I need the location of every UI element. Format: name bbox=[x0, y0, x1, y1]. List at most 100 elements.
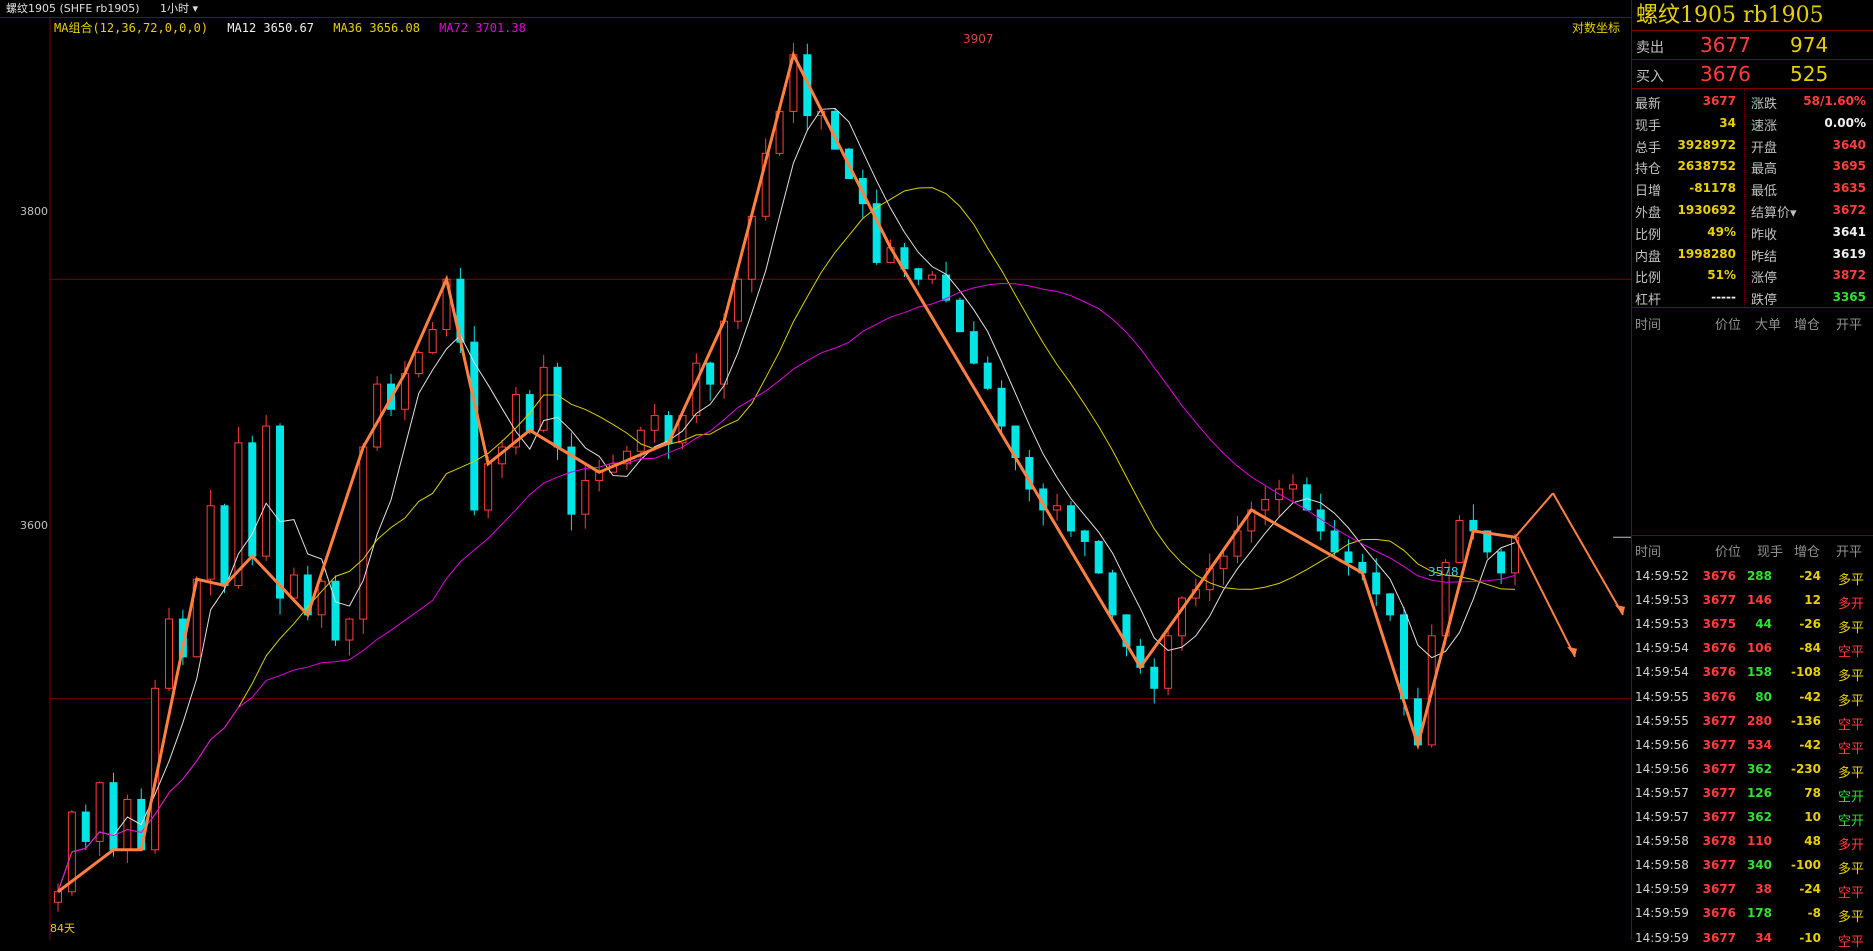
projection-line bbox=[1514, 492, 1554, 538]
tick-volume: 34 bbox=[1755, 930, 1772, 945]
tick-oi-change: -230 bbox=[1790, 761, 1821, 776]
stats-row: 内盘 1998280 昨结 3619 bbox=[1632, 244, 1873, 266]
tick-row[interactable]: 14:59:53 3677 146 12 多开 bbox=[1632, 589, 1873, 613]
tick-time: 14:59:56 bbox=[1635, 761, 1689, 776]
candle-body bbox=[955, 299, 964, 333]
tick-price: 3677 bbox=[1702, 785, 1736, 800]
tick-volume: 534 bbox=[1746, 737, 1772, 752]
big-order-header: 时间 价位 大单 增仓 开平 bbox=[1632, 312, 1873, 333]
stat-label: 日增 bbox=[1635, 184, 1662, 200]
tick-time: 14:59:58 bbox=[1635, 834, 1689, 849]
tick-volume: 106 bbox=[1746, 641, 1772, 656]
candle-body bbox=[276, 425, 285, 599]
tick-time: 14:59:57 bbox=[1635, 785, 1689, 800]
tick-row[interactable]: 14:59:54 3676 158 -108 多平 bbox=[1632, 661, 1873, 685]
tick-type: 多平 bbox=[1837, 621, 1864, 637]
tick-row[interactable]: 14:59:54 3676 106 -84 空平 bbox=[1632, 637, 1873, 661]
tick-type: 多开 bbox=[1837, 597, 1864, 613]
period-count-label: 84天 bbox=[50, 922, 75, 935]
candle-body bbox=[1053, 505, 1062, 511]
arrow-head-1 bbox=[1615, 604, 1625, 615]
y-tick-3600: 3600 bbox=[20, 519, 48, 532]
tick-time: 14:59:59 bbox=[1635, 906, 1689, 921]
tick-row[interactable]: 14:59:52 3676 288 -24 多平 bbox=[1632, 565, 1873, 589]
candle-body bbox=[1497, 551, 1506, 574]
candle-body bbox=[165, 618, 174, 689]
ma72-label: MA72 3701.38 bbox=[439, 21, 526, 35]
tick-row[interactable]: 14:59:59 3677 34 -10 空平 bbox=[1632, 927, 1873, 951]
tick-row[interactable]: 14:59:58 3678 110 48 多开 bbox=[1632, 830, 1873, 854]
tick-row[interactable]: 14:59:57 3677 126 78 空开 bbox=[1632, 782, 1873, 806]
tick-volume: 110 bbox=[1746, 834, 1772, 849]
tick-oi-change: -136 bbox=[1790, 713, 1821, 728]
ma-combo-label: MA组合(12,36,72,0,0,0) bbox=[54, 21, 209, 35]
tick-divider bbox=[1632, 535, 1873, 536]
stats-row: 现手 34 速涨 0.00% bbox=[1632, 113, 1873, 135]
stat-label: 最新 bbox=[1635, 97, 1662, 112]
candle-body bbox=[997, 387, 1006, 427]
stat-value: 3928972 bbox=[1677, 137, 1736, 152]
tick-row[interactable]: 14:59:53 3675 44 -26 多平 bbox=[1632, 613, 1873, 637]
candle-body bbox=[1094, 540, 1103, 574]
title-bar: 螺纹1905 (SHFE rb1905) 1小时 bbox=[0, 0, 1631, 18]
stat-label: 涨跌 bbox=[1751, 97, 1778, 112]
tick-volume: 158 bbox=[1746, 665, 1772, 680]
big-head-price: 价位 bbox=[1715, 318, 1742, 333]
tick-volume: 44 bbox=[1755, 617, 1772, 632]
stat-label: 持仓 bbox=[1635, 162, 1662, 178]
tick-volume: 340 bbox=[1746, 858, 1772, 873]
candle-body bbox=[1469, 519, 1478, 532]
stat-value: 0.00% bbox=[1824, 115, 1866, 130]
tick-row[interactable]: 14:59:59 3677 38 -24 空平 bbox=[1632, 878, 1873, 902]
tick-row[interactable]: 14:59:58 3677 340 -100 多平 bbox=[1632, 854, 1873, 878]
candle-body bbox=[359, 446, 368, 620]
tick-row[interactable]: 14:59:56 3677 362 -230 多平 bbox=[1632, 758, 1873, 782]
tick-row[interactable]: 14:59:55 3676 80 -42 多平 bbox=[1632, 686, 1873, 710]
candle-body bbox=[1108, 572, 1117, 616]
stat-label: 比例 bbox=[1635, 227, 1662, 243]
stat-value: 1998280 bbox=[1677, 246, 1736, 261]
candle-body bbox=[942, 274, 951, 301]
tick-volume: 126 bbox=[1746, 785, 1772, 800]
tick-price: 3676 bbox=[1702, 665, 1736, 680]
tick-volume: 280 bbox=[1746, 713, 1772, 728]
tick-head-time: 时间 bbox=[1635, 545, 1662, 560]
tick-row[interactable]: 14:59:55 3677 280 -136 空平 bbox=[1632, 710, 1873, 734]
tick-price: 3677 bbox=[1702, 737, 1736, 752]
stat-label: 最高 bbox=[1751, 162, 1778, 178]
stat-value: 34 bbox=[1719, 115, 1736, 130]
stat-label: 涨停 bbox=[1751, 271, 1778, 287]
ma12-label: MA12 3650.67 bbox=[227, 21, 314, 35]
stats-table: 最新 3677 涨跌 58/1.60% 现手 34 速涨 0.00% 总手 3928972 开盘 36… bbox=[1632, 89, 1873, 308]
candle-body bbox=[1302, 484, 1311, 511]
ma-legend: MA组合(12,36,72,0,0,0) MA12 3650.67 MA36 3… bbox=[54, 19, 538, 36]
log-scale-button[interactable]: 对数坐标 bbox=[1572, 19, 1620, 36]
candle-body bbox=[1330, 530, 1339, 553]
tick-type: 空开 bbox=[1837, 814, 1864, 829]
tick-oi-change: -42 bbox=[1799, 737, 1821, 752]
kline-chart[interactable]: MA组合(12,36,72,0,0,0) MA12 3650.67 MA36 3… bbox=[0, 17, 1631, 940]
big-head-type: 开平 bbox=[1836, 318, 1863, 333]
tick-price: 3677 bbox=[1702, 858, 1736, 873]
tick-oi-change: 48 bbox=[1804, 834, 1821, 849]
tick-time: 14:59:57 bbox=[1635, 810, 1689, 824]
candle-body bbox=[206, 505, 215, 580]
tick-price: 3676 bbox=[1702, 906, 1736, 921]
tick-oi-change: 78 bbox=[1804, 785, 1821, 800]
tick-type: 多平 bbox=[1837, 910, 1864, 926]
tick-oi-change: 12 bbox=[1804, 593, 1821, 608]
stat-label: 昨收 bbox=[1751, 227, 1778, 243]
tick-row[interactable]: 14:59:56 3677 534 -42 空平 bbox=[1632, 734, 1873, 758]
stats-row: 总手 3928972 开盘 3640 bbox=[1632, 135, 1873, 157]
tick-oi-change: -24 bbox=[1799, 882, 1821, 897]
tick-volume: 178 bbox=[1746, 906, 1772, 921]
tick-time: 14:59:53 bbox=[1635, 617, 1689, 632]
candle-body bbox=[928, 274, 937, 280]
tick-oi-change: -42 bbox=[1799, 689, 1821, 704]
period-dropdown[interactable]: 1小时 bbox=[160, 0, 198, 17]
tick-row[interactable]: 14:59:59 3676 178 -8 多平 bbox=[1632, 902, 1873, 926]
candle-body bbox=[428, 329, 437, 354]
tick-row[interactable]: 14:59:57 3677 362 10 空开 bbox=[1632, 806, 1873, 830]
candle-body bbox=[553, 366, 562, 448]
tick-header: 时间 价位 现手 增仓 开平 bbox=[1632, 539, 1873, 560]
